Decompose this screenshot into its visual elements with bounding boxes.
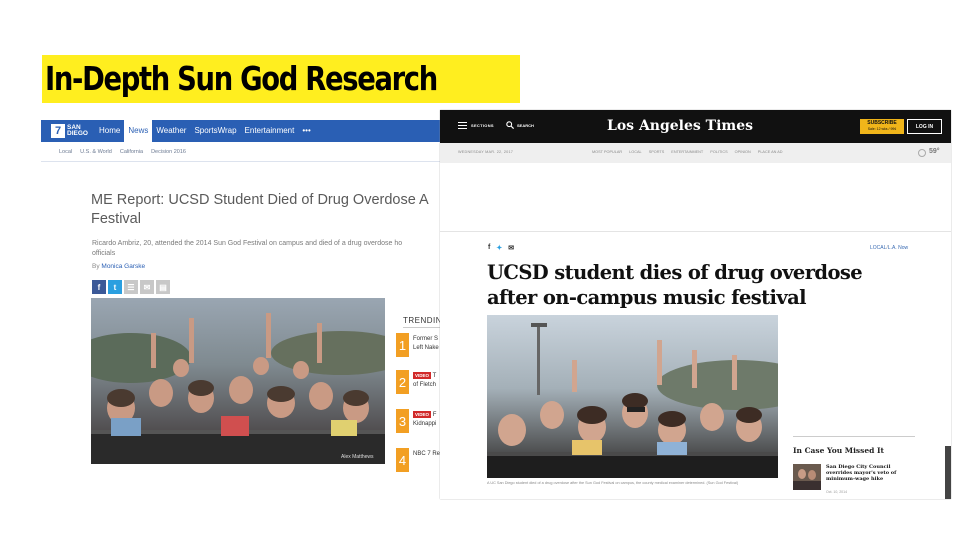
icymi-date: Oct. 10, 2014	[826, 490, 848, 494]
section-politics[interactable]: POLITICS	[710, 150, 727, 154]
twitter-icon[interactable]: t	[108, 280, 122, 294]
section-local[interactable]: LOCAL	[629, 150, 641, 154]
section-opinion[interactable]: OPINION	[735, 150, 751, 154]
nav-news[interactable]: News	[124, 120, 153, 142]
email-icon[interactable]: ✉	[508, 244, 514, 252]
nbc-nav-bar: 7 SAN DIEGO Home News Weather SportsWrap…	[41, 120, 443, 142]
trending-line2: Left Nake	[413, 345, 439, 351]
facebook-icon[interactable]: f	[92, 280, 106, 294]
nav-weather[interactable]: Weather	[152, 120, 190, 142]
section-nav: MOST POPULAR LOCAL SPORTS ENTERTAINMENT …	[592, 150, 788, 154]
nbc-summary-line2: officials	[92, 250, 116, 257]
trending-number: 4	[396, 448, 409, 472]
nbc-logo-text: SAN DIEGO	[67, 124, 88, 138]
trending-line1: NBC 7 Re	[413, 451, 441, 457]
subscribe-button[interactable]: SUBSCRIBE Sale: 12 wks / 99¢	[860, 119, 904, 134]
menu-icon[interactable]	[458, 122, 467, 129]
section-tag[interactable]: LOCAL/L.A. Now	[870, 245, 908, 251]
section-place-an-ad[interactable]: PLACE AN AD	[758, 150, 783, 154]
latimes-screenshot: SECTIONS SEARCH Los Angeles Times SUBSCR…	[440, 110, 951, 499]
latimes-share-bar: f ✦ ✉	[488, 244, 514, 252]
trending-item[interactable]: 4 NBC 7 Re	[396, 448, 443, 472]
login-button[interactable]: LOG IN	[907, 119, 942, 134]
nav-entertainment[interactable]: Entertainment	[241, 120, 299, 142]
section-sports[interactable]: SPORTS	[649, 150, 665, 154]
weather-icon[interactable]	[918, 149, 926, 157]
video-badge: VIDEO	[413, 411, 432, 418]
trending-number: 3	[396, 409, 409, 433]
trending-item[interactable]: 3 VIDEO F Kidnappi	[396, 409, 443, 435]
section-tag-label: LOCAL	[870, 245, 887, 251]
divider	[793, 436, 915, 437]
nbc-logo-line2: DIEGO	[67, 130, 88, 137]
photo-caption: A UC San Diego student died of a drug ov…	[487, 481, 739, 485]
trending-line1: T	[432, 373, 437, 379]
temperature[interactable]: 59°	[929, 148, 940, 155]
nav-sportswrap[interactable]: SportsWrap	[190, 120, 240, 142]
nbc-logo-mark: 7	[51, 124, 65, 138]
trending-label: TRENDING	[403, 316, 443, 328]
divider	[440, 231, 951, 232]
search-icon[interactable]	[506, 121, 514, 129]
nav-more-icon[interactable]: •••	[298, 120, 314, 142]
nav-home[interactable]: Home	[95, 120, 124, 142]
subnav-us-world[interactable]: U.S. & World	[80, 149, 112, 155]
nbc-headline-line1: ME Report: UCSD Student Died of Drug Ove…	[91, 192, 429, 208]
trending-text: VIDEO T of Fletch	[413, 372, 436, 390]
nbc-byline: By Monica Garske	[92, 263, 145, 270]
twitter-icon[interactable]: ✦	[496, 244, 502, 252]
slide-title-highlight: In-Depth Sun God Research	[42, 55, 521, 103]
trending-text: NBC 7 Re	[413, 450, 440, 459]
trending-text: Former S Left Nake	[413, 335, 439, 353]
comment-icon[interactable]: ☰	[124, 280, 138, 294]
slide-title: In-Depth Sun God Research	[45, 59, 438, 98]
search-button[interactable]: SEARCH	[517, 122, 534, 130]
section-tag-sub: L.A. Now	[887, 245, 909, 251]
trending-line2: of Fletch	[413, 382, 437, 388]
nbc-photo-credit: Alex Matthews	[341, 454, 374, 460]
latimes-crowd-photo	[487, 315, 778, 478]
subnav-decision-2016[interactable]: Decision 2016	[151, 149, 186, 155]
sections-button[interactable]: SECTIONS	[471, 122, 494, 130]
trending-line2: Kidnappi	[413, 421, 437, 427]
trending-number: 2	[396, 370, 409, 394]
nbc-headline-line2: Festival	[91, 211, 141, 227]
email-icon[interactable]: ✉	[140, 280, 154, 294]
section-entertainment[interactable]: ENTERTAINMENT	[671, 150, 703, 154]
subscribe-label: SUBSCRIBE	[867, 120, 897, 126]
nbc-crowd-photo	[91, 298, 385, 464]
section-most-popular[interactable]: MOST POPULAR	[592, 150, 622, 154]
print-icon[interactable]: ▤	[156, 280, 170, 294]
slide: In-Depth Sun God Research 7 SAN DIEGO Ho…	[0, 0, 960, 540]
subnav-california[interactable]: California	[120, 149, 143, 155]
nbc-screenshot: 7 SAN DIEGO Home News Weather SportsWrap…	[41, 120, 443, 472]
trending-line1: F	[432, 412, 437, 418]
page-date: WEDNESDAY MAR. 22, 2017	[458, 150, 514, 154]
latimes-section-bar: WEDNESDAY MAR. 22, 2017 MOST POPULAR LOC…	[440, 143, 951, 163]
trending-item[interactable]: 1 Former S Left Nake	[396, 333, 443, 359]
trending-number: 1	[396, 333, 409, 357]
nbc-logo[interactable]: 7 SAN DIEGO	[41, 120, 95, 142]
trending-line1: Former S	[413, 336, 439, 342]
nbc-summary-line1: Ricardo Ambriz, 20, attended the 2014 Su…	[92, 240, 403, 247]
facebook-icon[interactable]: f	[488, 244, 490, 252]
subnav-local[interactable]: Local	[59, 149, 72, 155]
byline-author[interactable]: Monica Garske	[101, 263, 145, 270]
icymi-headline[interactable]: San Diego City Council overrides mayor's…	[826, 464, 916, 482]
icymi-title: In Case You Missed It	[793, 446, 884, 455]
subscribe-offer: Sale: 12 wks / 99¢	[867, 127, 897, 131]
byline-prefix: By	[92, 263, 100, 270]
trending-text: VIDEO F Kidnappi	[413, 411, 436, 429]
icymi-thumbnail[interactable]	[793, 464, 821, 490]
nbc-share-bar: f t ☰ ✉ ▤	[92, 280, 170, 294]
nbc-subnav: Local U.S. & World California Decision 2…	[41, 142, 443, 162]
scrollbar[interactable]	[945, 446, 951, 499]
nbc-headline: ME Report: UCSD Student Died of Drug Ove…	[91, 191, 443, 229]
latimes-logo[interactable]: Los Angeles Times	[600, 116, 760, 136]
latimes-header: SECTIONS SEARCH Los Angeles Times SUBSCR…	[440, 110, 951, 143]
video-badge: VIDEO	[413, 372, 432, 379]
latimes-headline: UCSD student dies of drug overdose after…	[487, 261, 863, 309]
nbc-summary: Ricardo Ambriz, 20, attended the 2014 Su…	[92, 239, 443, 259]
trending-item[interactable]: 2 VIDEO T of Fletch	[396, 370, 443, 396]
